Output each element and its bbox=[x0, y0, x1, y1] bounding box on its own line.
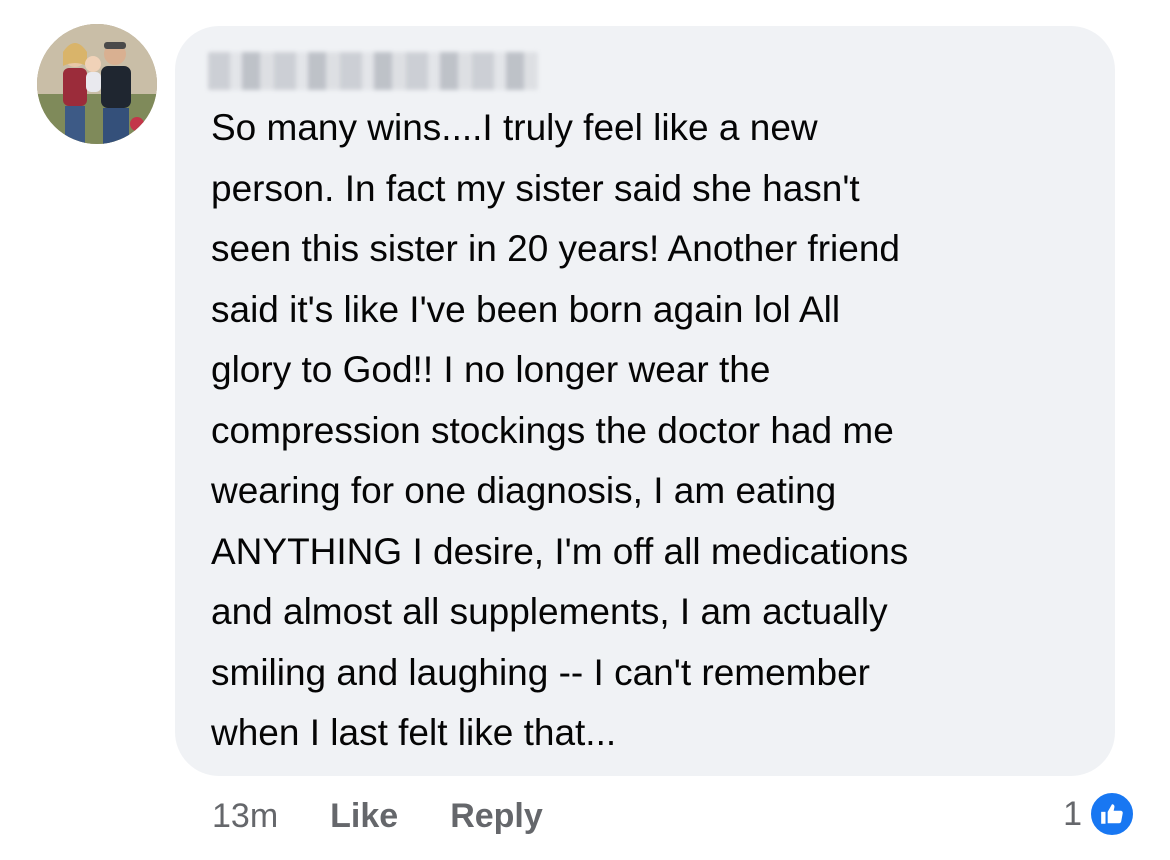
comment-line: seen this sister in 20 years! Another fr… bbox=[211, 228, 900, 269]
comment-timestamp[interactable]: 13m bbox=[212, 797, 278, 836]
comment-line: when I last felt like that... bbox=[211, 712, 617, 753]
comment-text: So many wins....I truly feel like a new … bbox=[211, 98, 1091, 764]
comment-actions: 13m Like Reply bbox=[212, 790, 543, 842]
reaction-count: 1 bbox=[1063, 794, 1082, 833]
avatar-photo bbox=[37, 24, 157, 144]
commenter-name-redacted[interactable] bbox=[208, 52, 538, 90]
like-button[interactable]: Like bbox=[330, 797, 398, 836]
reaction-summary[interactable]: 1 bbox=[1063, 788, 1136, 840]
comment-line: smiling and laughing -- I can't remember bbox=[211, 651, 870, 693]
comment-line: glory to God!! I no longer wear the bbox=[211, 349, 771, 390]
avatar[interactable] bbox=[37, 24, 157, 144]
reply-button[interactable]: Reply bbox=[450, 797, 543, 836]
thumbs-up-icon bbox=[1088, 790, 1136, 838]
comment-line: So many wins....I truly feel like a new bbox=[211, 107, 818, 148]
comment-line: and almost all supplements, I am actuall… bbox=[211, 591, 888, 632]
comment-line: person. In fact my sister said she hasn'… bbox=[211, 167, 860, 209]
comment-line: compression stockings the doctor had me bbox=[211, 409, 894, 451]
comment-line: ANYTHING I desire, I'm off all medicatio… bbox=[211, 530, 909, 572]
comment-line: said it's like I've been born again lol … bbox=[211, 288, 841, 330]
comment-line: wearing for one diagnosis, I am eating bbox=[211, 470, 837, 511]
